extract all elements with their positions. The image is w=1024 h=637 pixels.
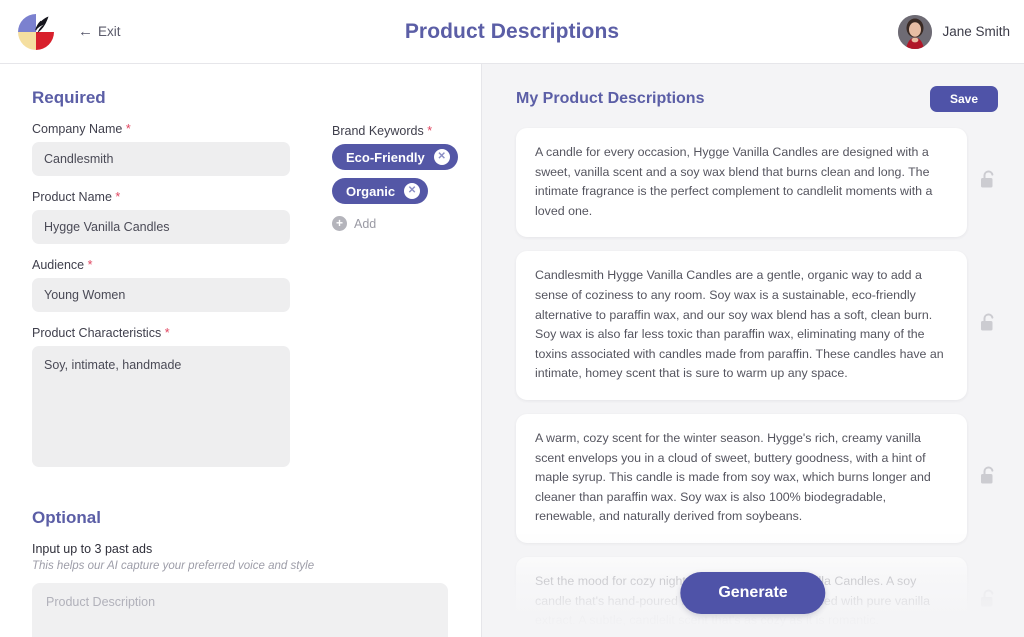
description-row: A warm, cozy scent for the winter season…	[516, 414, 998, 543]
product-characteristics-field: Product Characteristics *	[32, 326, 290, 472]
user-menu[interactable]: Jane Smith	[898, 15, 1010, 49]
unlocked-padlock-icon[interactable]	[979, 169, 998, 196]
past-ad-field: 0/90	[32, 583, 448, 637]
brand-keywords-column: Brand Keywords * Eco-Friendly ✕ Organic …	[332, 122, 458, 231]
brand-keywords-label: Brand Keywords *	[332, 124, 458, 138]
page-title: Product Descriptions	[0, 20, 1024, 44]
company-name-field: Company Name *	[32, 122, 290, 176]
user-name: Jane Smith	[942, 24, 1010, 39]
avatar	[898, 15, 932, 49]
results-header: My Product Descriptions Save	[516, 86, 998, 112]
exit-label: Exit	[98, 24, 121, 39]
generate-button[interactable]: Generate	[680, 572, 825, 614]
save-button[interactable]: Save	[930, 86, 998, 112]
product-characteristics-label-text: Product Characteristics	[32, 326, 161, 340]
product-characteristics-input[interactable]	[32, 346, 290, 467]
add-keyword-button[interactable]: + Add	[332, 216, 376, 231]
unlocked-padlock-icon[interactable]	[979, 465, 998, 492]
required-asterisk: *	[88, 258, 93, 272]
add-keyword-label: Add	[354, 217, 376, 231]
unlocked-padlock-icon[interactable]	[979, 588, 998, 615]
product-name-label-text: Product Name	[32, 190, 112, 204]
audience-field: Audience *	[32, 258, 290, 312]
exit-button[interactable]: ← Exit	[78, 24, 121, 39]
remove-chip-icon[interactable]: ✕	[434, 149, 450, 165]
chip-label: Organic	[346, 184, 395, 199]
results-title: My Product Descriptions	[516, 90, 704, 108]
plus-icon: +	[332, 216, 347, 231]
product-descriptions-app: ← Exit Product Descriptions Jane Smith R…	[0, 0, 1024, 637]
description-row: A candle for every occasion, Hygge Vanil…	[516, 128, 998, 237]
audience-label: Audience *	[32, 258, 290, 272]
optional-hint: This helps our AI capture your preferred…	[32, 560, 453, 572]
past-ad-input[interactable]	[32, 583, 448, 637]
description-row: Candlesmith Hygge Vanilla Candles are a …	[516, 251, 998, 400]
audience-label-text: Audience	[32, 258, 84, 272]
brand-keywords-chip-list: Eco-Friendly ✕ Organic ✕ + Add	[332, 144, 458, 231]
optional-subtitle: Input up to 3 past ads	[32, 542, 453, 556]
company-name-label-text: Company Name	[32, 122, 122, 136]
back-arrow-icon: ←	[78, 24, 93, 39]
brand-keyword-chip[interactable]: Eco-Friendly ✕	[332, 144, 458, 170]
audience-input[interactable]	[32, 278, 290, 312]
product-name-label: Product Name *	[32, 190, 290, 204]
required-asterisk: *	[126, 122, 131, 136]
quill-palette-logo-icon	[14, 10, 58, 54]
app-header: ← Exit Product Descriptions Jane Smith	[0, 0, 1024, 64]
input-form-panel: Required Company Name * Product Name *	[0, 64, 482, 637]
descriptions-results-panel: My Product Descriptions Save A candle fo…	[482, 64, 1024, 637]
description-card[interactable]: Candlesmith Hygge Vanilla Candles are a …	[516, 251, 967, 400]
product-name-input[interactable]	[32, 210, 290, 244]
product-characteristics-label: Product Characteristics *	[32, 326, 290, 340]
remove-chip-icon[interactable]: ✕	[404, 183, 420, 199]
required-asterisk: *	[165, 326, 170, 340]
brand-keyword-chip[interactable]: Organic ✕	[332, 178, 428, 204]
required-fields-column: Company Name * Product Name *	[32, 122, 290, 486]
required-asterisk: *	[115, 190, 120, 204]
company-name-input[interactable]	[32, 142, 290, 176]
required-section-title: Required	[32, 88, 453, 108]
brand-keywords-label-text: Brand Keywords	[332, 124, 424, 138]
description-card[interactable]: A candle for every occasion, Hygge Vanil…	[516, 128, 967, 237]
description-card[interactable]: A warm, cozy scent for the winter season…	[516, 414, 967, 543]
app-body: Required Company Name * Product Name *	[0, 64, 1024, 637]
unlocked-padlock-icon[interactable]	[979, 312, 998, 339]
company-name-label: Company Name *	[32, 122, 290, 136]
description-card-list: A candle for every occasion, Hygge Vanil…	[516, 128, 998, 637]
required-asterisk: *	[427, 124, 432, 138]
optional-section-title: Optional	[32, 508, 453, 528]
product-name-field: Product Name *	[32, 190, 290, 244]
optional-section: Optional Input up to 3 past ads This hel…	[32, 508, 453, 637]
required-fields-row: Company Name * Product Name *	[32, 122, 453, 486]
chip-label: Eco-Friendly	[346, 150, 425, 165]
